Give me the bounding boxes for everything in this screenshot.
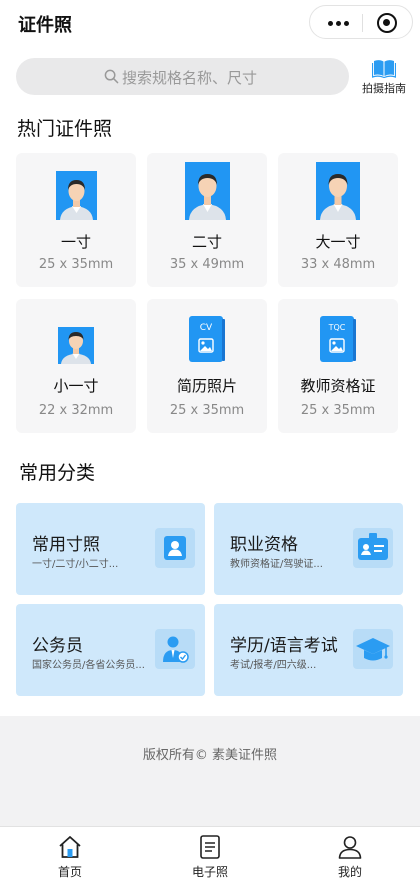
civil-servant-icon (155, 629, 195, 669)
category-title: 职业资格 (230, 535, 298, 555)
graduation-cap-icon (353, 629, 393, 669)
search-input[interactable]: 搜索规格名称、尺寸 (16, 58, 349, 95)
photo-name: 大一寸 (315, 233, 361, 251)
photo-size: 33 x 48mm (300, 257, 376, 272)
id-card-icon (155, 528, 195, 568)
tab-digital-photo[interactable]: 电子照 (140, 827, 280, 884)
resume-cv-icon: CV (189, 316, 225, 362)
svg-text:CV: CV (200, 323, 213, 333)
tab-profile[interactable]: 我的 (280, 827, 420, 884)
photo-name: 简历照片 (176, 377, 237, 395)
hot-section-title: 热门证件照 (17, 118, 113, 140)
category-title: 公务员 (32, 636, 83, 656)
work-badge-icon (353, 528, 393, 568)
more-icon[interactable] (328, 21, 350, 27)
document-icon (200, 835, 220, 859)
search-placeholder: 搜索规格名称、尺寸 (122, 69, 258, 87)
category-common-sizes[interactable]: 常用寸照 一寸/二寸/小二寸... (16, 503, 205, 595)
photo-card-1inch[interactable]: 一寸 25 x 35mm (16, 153, 136, 287)
category-civil-servant[interactable]: 公务员 国家公务员/各省公务员... (16, 604, 205, 696)
category-professional-qualification[interactable]: 职业资格 教师资格证/驾驶证... (214, 503, 403, 595)
category-title: 学历/语言考试 (230, 636, 338, 656)
tab-label: 我的 (337, 865, 362, 879)
home-icon (59, 836, 81, 858)
categories-section-title: 常用分类 (19, 462, 96, 484)
shooting-guide-button[interactable]: 拍摄指南 (358, 58, 410, 96)
photo-size: 25 x 35mm (38, 257, 114, 272)
photo-size: 25 x 35mm (300, 403, 376, 418)
photo-card-2inch[interactable]: 二寸 35 x 49mm (147, 153, 267, 287)
category-title: 常用寸照 (32, 535, 100, 555)
category-subtitle: 一寸/二寸/小二寸... (32, 559, 119, 570)
footer-area (0, 716, 420, 826)
photo-card-resume[interactable]: CV 简历照片 25 x 35mm (147, 299, 267, 433)
tab-label: 首页 (57, 865, 82, 879)
guide-label: 拍摄指南 (362, 82, 406, 95)
portrait-photo-icon (56, 171, 97, 220)
photo-name: 小一寸 (53, 377, 99, 395)
book-icon (372, 60, 396, 78)
user-icon (338, 836, 362, 859)
category-education-exam[interactable]: 学历/语言考试 考试/报考/四六级... (214, 604, 403, 696)
photo-card-large-1inch[interactable]: 大一寸 33 x 48mm (278, 153, 398, 287)
svg-text:TQC: TQC (328, 323, 346, 332)
bottom-tab-bar: 首页 电子照 我的 (0, 826, 420, 883)
photo-name: 二寸 (191, 233, 222, 251)
close-target-icon[interactable] (377, 13, 397, 33)
tab-label: 电子照 (191, 865, 228, 879)
photo-size: 25 x 35mm (169, 403, 245, 418)
photo-name: 一寸 (60, 233, 91, 251)
search-icon (104, 69, 119, 84)
portrait-photo-icon (58, 327, 94, 364)
teacher-certificate-icon: TQC (320, 316, 356, 362)
photo-name: 教师资格证 (300, 377, 376, 395)
category-subtitle: 考试/报考/四六级... (230, 660, 317, 671)
portrait-photo-icon (316, 162, 360, 220)
photo-card-teacher-cert[interactable]: TQC 教师资格证 25 x 35mm (278, 299, 398, 433)
portrait-photo-icon (185, 162, 230, 220)
copyright-text: 版权所有© 素美证件照 (142, 748, 278, 763)
page-title: 证件照 (18, 15, 72, 36)
mini-program-capsule (309, 5, 413, 39)
category-subtitle: 教师资格证/驾驶证... (230, 559, 323, 570)
photo-card-small-1inch[interactable]: 小一寸 22 x 32mm (16, 299, 136, 433)
photo-size: 22 x 32mm (38, 403, 114, 418)
tab-home[interactable]: 首页 (0, 827, 140, 884)
capsule-divider (362, 14, 363, 32)
photo-size: 35 x 49mm (169, 257, 245, 272)
category-subtitle: 国家公务员/各省公务员... (32, 660, 145, 671)
